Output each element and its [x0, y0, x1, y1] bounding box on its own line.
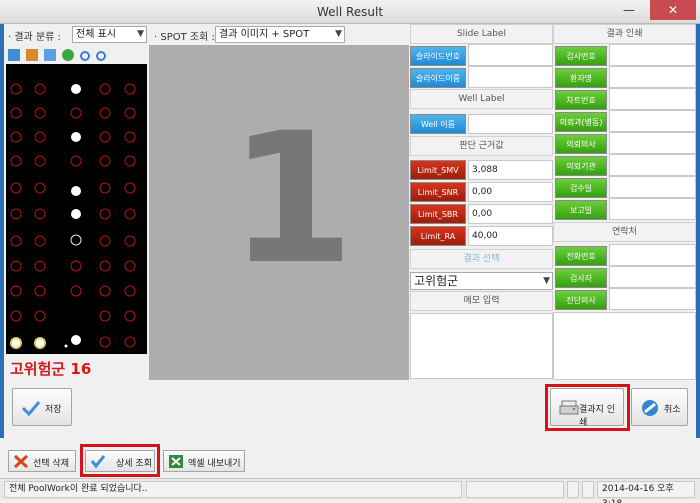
well-grid: [10, 83, 136, 349]
chevron-down-icon: ▼: [543, 276, 550, 286]
limit-ra-field[interactable]: 40,00: [468, 226, 553, 246]
image-toolbar: [4, 45, 149, 65]
result-class-select[interactable]: 전체 표시 ▼: [72, 26, 147, 43]
slide-image[interactable]: [6, 64, 147, 354]
window-title: Well Result: [316, 5, 384, 19]
spot-label: · SPOT 조회 :: [154, 32, 215, 43]
copy-icon[interactable]: [44, 49, 56, 61]
slide-number-label: 슬라이드번호: [410, 46, 466, 66]
excel-icon: [169, 455, 183, 468]
highlight-frame: [545, 384, 630, 431]
judge-header: 판단 근거값: [410, 136, 553, 156]
check-icon: [21, 401, 41, 417]
well-number: 1: [229, 95, 355, 304]
print-info-header: 결과 인쇄: [553, 24, 696, 44]
export-excel-label: 엑셀 내보내기: [188, 459, 241, 469]
result-name: 고위험군 16: [10, 360, 92, 378]
well-detail-view[interactable]: 1: [149, 45, 409, 380]
chart-number-field[interactable]: [609, 88, 696, 110]
slide-label-header: Slide Label: [410, 24, 553, 44]
save-button[interactable]: 저장: [12, 388, 72, 426]
chevron-down-icon: ▼: [335, 29, 342, 39]
cancel-label: 취소: [664, 405, 681, 415]
well-name-field[interactable]: [468, 114, 553, 134]
patient-name-label: 환자명: [555, 68, 607, 88]
contact-notes-area: [553, 312, 696, 380]
inspector-field[interactable]: [609, 266, 696, 288]
result-select-value: 고위험군: [414, 274, 459, 288]
title-bar: Well Result — ✕: [0, 0, 700, 24]
image-icon[interactable]: [8, 49, 20, 61]
limit-smv-field[interactable]: 3,088: [468, 160, 553, 180]
status-bar: 전체 PoolWork이 완료 되었습니다.. 2014-04-16 오후 3:…: [0, 478, 700, 503]
slide-name-field[interactable]: [468, 66, 553, 88]
doctor-label: 의뢰의사: [555, 134, 607, 154]
limit-sbr-field[interactable]: 0,00: [468, 204, 553, 224]
save-icon[interactable]: [26, 49, 38, 61]
limit-snr-label: Limit_SNR: [410, 182, 466, 202]
well-name-label: Well 이름: [410, 114, 466, 134]
memo-header: 메모 입력: [410, 291, 553, 311]
delete-icon: [13, 454, 29, 469]
result-select[interactable]: 고위험군 ▼: [410, 272, 553, 290]
window-frame: Well Result — ✕ · 결과 분류 : 전체 표시 ▼ · SPOT…: [0, 0, 700, 503]
limit-smv-label: Limit_SMV: [410, 160, 466, 180]
zoom-in-icon[interactable]: [80, 51, 90, 61]
institution-label: 의뢰기관: [555, 156, 607, 176]
result-select-header: 결과 선택: [410, 249, 553, 269]
refresh-icon[interactable]: [62, 49, 74, 61]
phone-label: 전화번호: [555, 246, 607, 266]
close-button[interactable]: ✕: [650, 0, 696, 20]
result-class-label: · 결과 분류 :: [8, 32, 61, 43]
delete-selected-button[interactable]: 선택 삭제: [8, 450, 76, 472]
cancel-button[interactable]: 취소: [631, 388, 688, 426]
phone-field[interactable]: [609, 244, 696, 266]
minimize-button[interactable]: —: [616, 0, 642, 20]
client-area: · 결과 분류 : 전체 표시 ▼ · SPOT 조회 : 결과 이미지 + S…: [4, 24, 696, 438]
status-datetime: 2014-04-16 오후 3:18: [597, 481, 695, 503]
report-date-field[interactable]: [609, 198, 696, 220]
patient-name-field[interactable]: [609, 66, 696, 88]
status-segment: [567, 481, 579, 498]
well-label-header: Well Label: [410, 89, 553, 109]
memo-field[interactable]: [410, 313, 553, 379]
main-toolbar-area: 선택 삭제 상세 조회 엑셀 내보내기 전체 PoolWork이 완료 되었습니…: [0, 438, 700, 503]
inspector-label: 검사자: [555, 268, 607, 288]
label-panel: Slide Label 슬라이드번호 슬라이드이름 Well Label Wel…: [410, 24, 553, 384]
limit-ra-label: Limit_RA: [410, 226, 466, 246]
slide-number-field[interactable]: [468, 44, 553, 66]
zoom-out-icon[interactable]: [96, 51, 106, 61]
chevron-down-icon: ▼: [137, 29, 144, 39]
doctor-field[interactable]: [609, 132, 696, 154]
slide-name-label: 슬라이드이름: [410, 68, 466, 88]
export-excel-button[interactable]: 엑셀 내보내기: [163, 450, 245, 472]
status-segment: [582, 481, 594, 498]
contact-header: 연락처: [553, 222, 696, 242]
diagnosis-doctor-label: 진단의사: [555, 290, 607, 310]
inspection-date-label: 검수일: [555, 178, 607, 198]
print-info-panel: 결과 인쇄 검사번호 환자명 차트번호 의뢰과(병동) 의뢰의사 의뢰기관 검수…: [553, 24, 696, 384]
ward-field[interactable]: [609, 110, 696, 132]
filter-bar: · 결과 분류 : 전체 표시 ▼ · SPOT 조회 : 결과 이미지 + S…: [4, 24, 408, 45]
limit-sbr-label: Limit_SBR: [410, 204, 466, 224]
chart-number-label: 차트번호: [555, 90, 607, 110]
delete-selected-label: 선택 삭제: [33, 459, 69, 469]
ward-label: 의뢰과(병동): [555, 112, 607, 132]
highlight-frame: [80, 444, 160, 477]
spot-value: 결과 이미지 + SPOT: [219, 29, 310, 40]
status-message: 전체 PoolWork이 완료 되었습니다..: [4, 481, 462, 498]
save-label: 저장: [45, 405, 62, 415]
status-segment: [466, 481, 564, 498]
exam-number-label: 검사번호: [555, 46, 607, 66]
cancel-icon: [642, 400, 658, 416]
diagnosis-doctor-field[interactable]: [609, 288, 696, 310]
institution-field[interactable]: [609, 154, 696, 176]
report-date-label: 보고일: [555, 200, 607, 220]
exam-number-field[interactable]: [609, 44, 696, 66]
limit-snr-field[interactable]: 0,00: [468, 182, 553, 202]
result-class-value: 전체 표시: [76, 29, 116, 40]
spot-select[interactable]: 결과 이미지 + SPOT ▼: [215, 26, 345, 43]
inspection-date-field[interactable]: [609, 176, 696, 198]
